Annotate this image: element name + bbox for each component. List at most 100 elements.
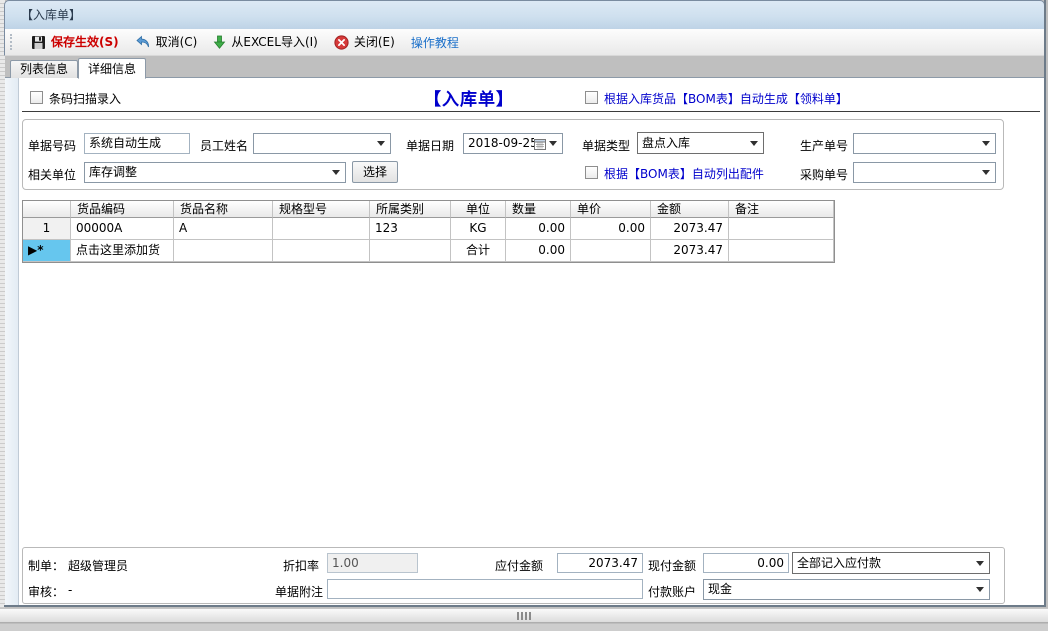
undo-arrow-icon — [135, 35, 151, 50]
calendar-icon — [534, 138, 546, 150]
new-row-selector[interactable]: ▶* — [23, 240, 71, 262]
window-right-border — [1044, 0, 1046, 607]
maker-label: 制单： — [28, 557, 64, 574]
employee-dropdown[interactable] — [253, 133, 391, 154]
cell-price[interactable]: 0.00 — [571, 218, 651, 240]
purchase-order-dropdown[interactable] — [853, 162, 996, 183]
cell-name[interactable] — [174, 240, 273, 262]
chevron-down-icon — [982, 170, 990, 175]
cell-spec[interactable] — [273, 240, 370, 262]
tab-detail-info[interactable]: 详细信息 — [78, 58, 146, 79]
chevron-down-icon — [976, 587, 984, 592]
table-header-unit[interactable]: 单位 — [451, 201, 506, 218]
doc-no-label: 单据号码 — [28, 137, 76, 154]
table-header-qty[interactable]: 数量 — [506, 201, 571, 218]
related-unit-label: 相关单位 — [28, 166, 76, 183]
tabstrip-border — [5, 77, 1044, 78]
window-title: 【入库单】 — [21, 8, 81, 22]
cell-qty[interactable]: 0.00 — [506, 218, 571, 240]
items-table: 货品编码 货品名称 规格型号 所属类别 单位 数量 单价 金额 备注 1 000… — [22, 200, 835, 263]
doc-no-input[interactable]: 系统自动生成 — [84, 133, 190, 154]
cell-category[interactable]: 123 — [370, 218, 451, 240]
table-header-category[interactable]: 所属类别 — [370, 201, 451, 218]
floppy-save-icon — [31, 35, 46, 50]
excel-import-button[interactable]: 从EXCEL导入(I) — [205, 31, 325, 53]
date-picker[interactable]: 2018-09-25 — [463, 133, 563, 154]
table-header-price[interactable]: 单价 — [571, 201, 651, 218]
related-unit-dropdown[interactable]: 库存调整 — [84, 162, 346, 183]
cancel-button-label: 取消(C) — [156, 31, 198, 53]
account-dropdown[interactable]: 现金 — [703, 579, 990, 600]
account-label: 付款账户 — [648, 583, 696, 600]
table-header-remark[interactable]: 备注 — [729, 201, 834, 218]
cell-amount[interactable]: 2073.47 — [651, 218, 729, 240]
account-value: 现金 — [704, 580, 976, 599]
cell-remark[interactable] — [729, 218, 834, 240]
note-label: 单据附注 — [275, 583, 323, 600]
doc-type-dropdown[interactable]: 盘点入库 — [637, 132, 764, 154]
cell-name[interactable]: A — [174, 218, 273, 240]
stock-in-window: 【入库单】 保存生效(S) 取消(C) 从EXCEL导入(I) 关闭 — [0, 0, 1048, 631]
paid-label: 现付金额 — [648, 557, 696, 574]
date-value: 2018-09-25 — [464, 134, 534, 153]
production-order-label: 生产单号 — [800, 137, 848, 154]
save-button-label: 保存生效(S) — [51, 31, 119, 53]
table-header-spec[interactable]: 规格型号 — [273, 201, 370, 218]
note-input[interactable] — [327, 579, 643, 599]
red-close-icon — [334, 35, 349, 50]
window-bottom-border — [4, 605, 1046, 607]
chevron-down-icon — [750, 141, 758, 146]
table-header-name[interactable]: 货品名称 — [174, 201, 273, 218]
toolbar: 保存生效(S) 取消(C) 从EXCEL导入(I) 关闭(E) 操作教程 — [4, 29, 1045, 56]
discount-input: 1.00 — [327, 553, 418, 573]
table-header-code[interactable]: 货品编码 — [71, 201, 174, 218]
select-button[interactable]: 选择 — [352, 161, 398, 183]
splitter-grip-icon — [529, 612, 531, 620]
add-item-cell[interactable]: 点击这里添加货品 — [71, 240, 174, 262]
employee-label: 员工姓名 — [200, 137, 248, 154]
tabstrip: 列表信息 详细信息 — [10, 57, 146, 78]
barcode-scan-label: 条码扫描录入 — [49, 90, 121, 107]
paid-input[interactable]: 0.00 — [703, 553, 789, 573]
bom-generate-label: 根据入库货品【BOM表】自动生成【领料单】 — [604, 90, 848, 107]
row-selector[interactable]: 1 — [23, 218, 71, 240]
cell-spec[interactable] — [273, 218, 370, 240]
total-qty-cell: 0.00 — [506, 240, 571, 262]
save-button[interactable]: 保存生效(S) — [23, 31, 127, 53]
horizontal-splitter[interactable] — [0, 608, 1048, 623]
payable-label: 应付金额 — [495, 557, 543, 574]
cell-unit[interactable]: KG — [451, 218, 506, 240]
maker-value: 超级管理员 — [68, 557, 128, 574]
toolbar-grip — [10, 34, 15, 50]
green-down-arrow-icon — [213, 35, 226, 50]
cell-category[interactable] — [370, 240, 451, 262]
excel-import-label: 从EXCEL导入(I) — [231, 31, 317, 53]
cancel-button[interactable]: 取消(C) — [127, 31, 206, 53]
close-button[interactable]: 关闭(E) — [326, 31, 403, 53]
chevron-down-icon — [982, 141, 990, 146]
payable-input[interactable]: 2073.47 — [557, 553, 643, 573]
cell-code[interactable]: 00000A — [71, 218, 174, 240]
window-titlebar[interactable]: 【入库单】 — [4, 0, 1045, 29]
splitter-grip-icon — [517, 612, 519, 620]
payable-mode-dropdown[interactable]: 全部记入应付款 — [792, 552, 990, 574]
production-order-dropdown[interactable] — [853, 133, 996, 154]
tab-list-info[interactable]: 列表信息 — [10, 60, 78, 78]
chevron-down-icon — [332, 170, 340, 175]
table-header-amount[interactable]: 金额 — [651, 201, 729, 218]
bom-parts-checkbox[interactable] — [585, 166, 598, 179]
tutorial-link[interactable]: 操作教程 — [403, 34, 467, 51]
chevron-down-icon — [377, 141, 385, 146]
table-header-selector[interactable] — [23, 201, 71, 218]
total-amount-cell: 2073.47 — [651, 240, 729, 262]
related-unit-value: 库存调整 — [85, 163, 332, 182]
doc-type-value: 盘点入库 — [638, 134, 750, 153]
cell-remark[interactable] — [729, 240, 834, 262]
discount-label: 折扣率 — [283, 557, 319, 574]
splitter-grip-icon — [525, 612, 527, 620]
bom-parts-label: 根据【BOM表】自动列出配件 — [604, 165, 764, 182]
bom-generate-checkbox[interactable] — [585, 91, 598, 104]
auditor-value: - — [68, 583, 72, 597]
barcode-scan-checkbox[interactable] — [30, 91, 43, 104]
payable-mode-value: 全部记入应付款 — [793, 554, 976, 573]
